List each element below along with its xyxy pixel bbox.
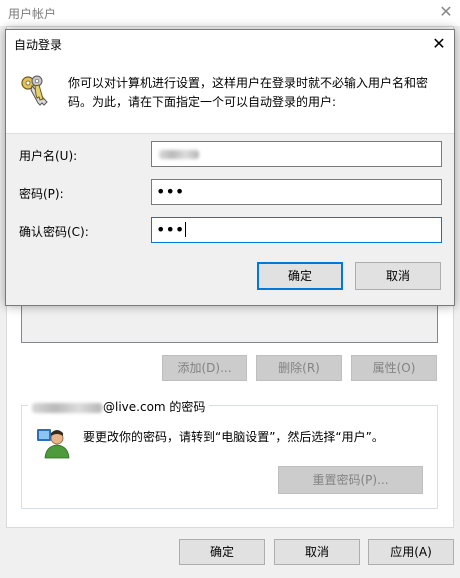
change-password-hint: 要更改你的密码，请转到“电脑设置”，然后选择“用户”。 <box>83 430 384 444</box>
password-group-label: @live.com 的密码 <box>28 398 210 415</box>
password-label: 密码(P): <box>19 187 64 201</box>
auto-logon-dialog: 自动登录 ✕ 你可以对计算机进行设置，这样用户在登录时就不必输入用户名和密码。为… <box>5 29 455 306</box>
window-titlebar <box>0 0 460 26</box>
confirm-password-value: ••• <box>156 220 185 239</box>
user-icon <box>36 425 70 459</box>
dialog-cancel-button[interactable]: 取消 <box>355 262 441 290</box>
delete-button[interactable]: 删除(R) <box>256 355 342 381</box>
confirm-password-field[interactable]: ••• <box>151 217 442 243</box>
username-label: 用户名(U): <box>19 149 78 163</box>
add-button[interactable]: 添加(D)... <box>162 355 247 381</box>
window-title: 用户帐户 <box>8 7 57 21</box>
keys-icon <box>19 73 55 109</box>
dialog-description: 你可以对计算机进行设置，这样用户在登录时就不必输入用户名和密码。为此，请在下面指… <box>68 76 429 109</box>
dialog-ok-button[interactable]: 确定 <box>257 262 343 290</box>
ok-button[interactable]: 确定 <box>179 539 265 565</box>
redacted-username <box>159 150 199 159</box>
password-group-label-text: @live.com 的密码 <box>103 400 206 414</box>
cancel-button[interactable]: 取消 <box>274 539 360 565</box>
confirm-password-label: 确认密码(C): <box>19 225 89 239</box>
password-field[interactable]: ••• <box>151 179 442 205</box>
properties-button[interactable]: 属性(O) <box>351 355 437 381</box>
close-icon[interactable]: ✕ <box>428 33 450 55</box>
dialog-titlebar <box>6 30 454 58</box>
redacted-email <box>32 402 102 413</box>
close-icon[interactable]: ✕ <box>436 2 456 22</box>
dialog-title: 自动登录 <box>14 38 63 52</box>
confirm-password-value-wrap: ••• <box>156 220 187 240</box>
apply-button[interactable]: 应用(A) <box>368 539 454 565</box>
reset-password-button[interactable]: 重置密码(P)... <box>278 466 423 494</box>
username-field[interactable] <box>151 141 442 167</box>
password-value: ••• <box>156 182 185 201</box>
text-caret <box>185 222 187 237</box>
user-list[interactable] <box>21 305 438 343</box>
